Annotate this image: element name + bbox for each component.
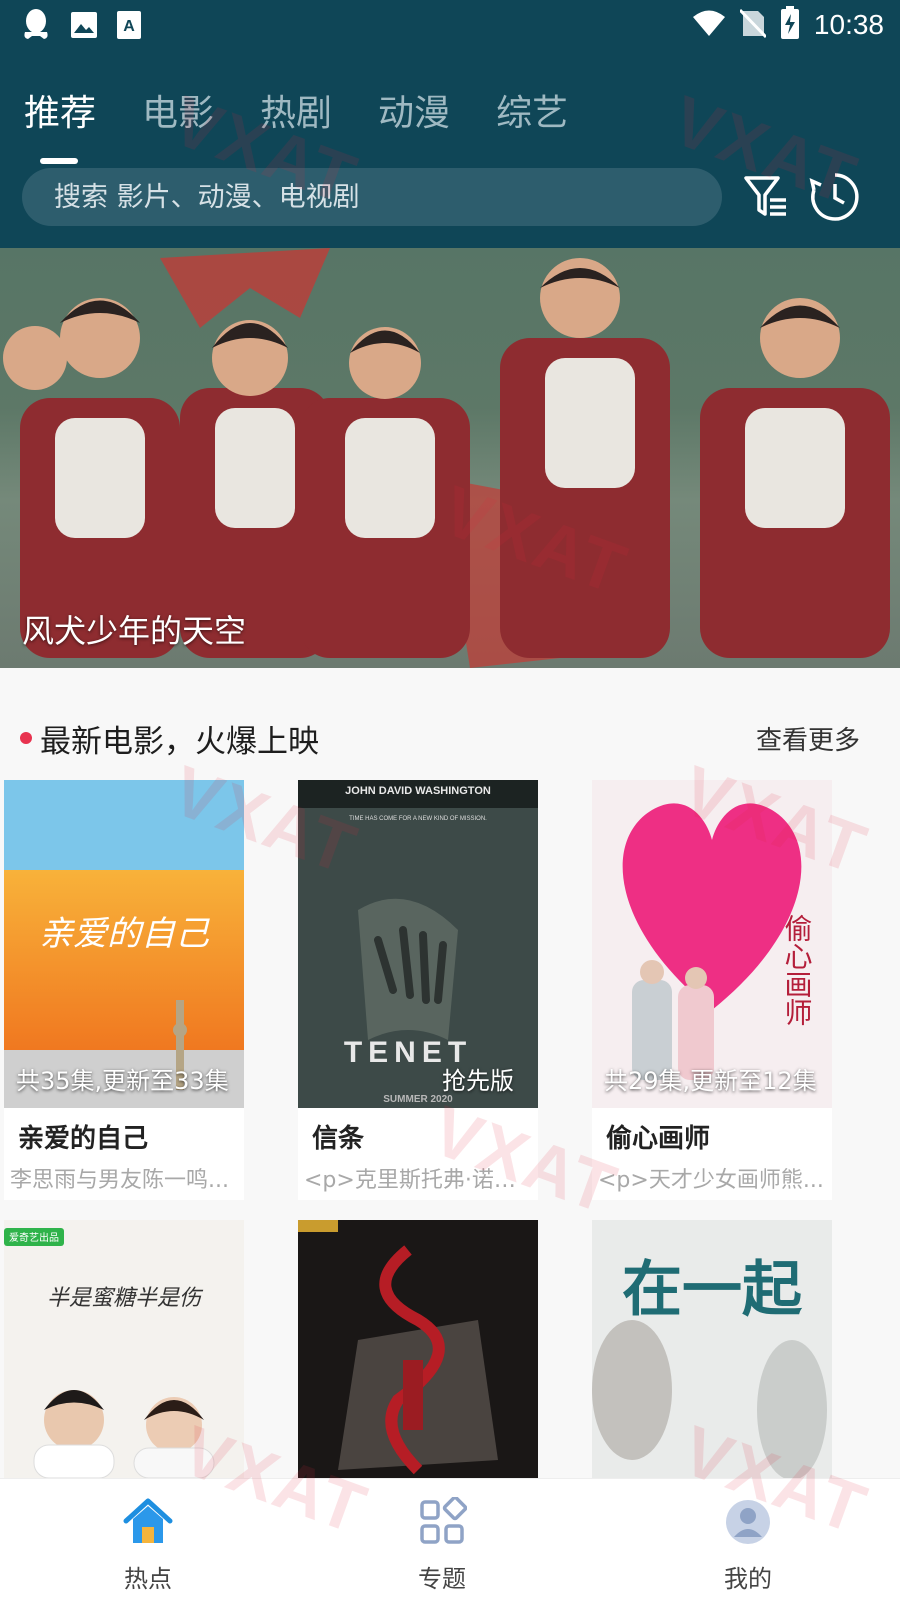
- poster-image: JOHN DAVID WASHINGTON TIME HAS COME FOR …: [298, 780, 538, 1108]
- movie-poster: 亲爱的自己 共35集,更新至33集: [4, 780, 244, 1108]
- section-dot-icon: [20, 732, 32, 744]
- poster-image: 亲爱的自己: [4, 780, 244, 1108]
- tab-variety[interactable]: 综艺: [496, 84, 568, 136]
- nav-item-mine[interactable]: 我的: [668, 1479, 828, 1601]
- qq-icon: [20, 8, 52, 46]
- movie-poster: 爱奇艺出品 半是蜜糖半是伤: [4, 1220, 244, 1478]
- movie-description: 李思雨与男友陈一鸣...: [10, 1168, 229, 1193]
- nav-item-hot[interactable]: 热点: [68, 1479, 228, 1601]
- movie-title: 偷心画师: [606, 1124, 711, 1154]
- active-tab-indicator: [40, 158, 78, 164]
- svg-text:亲爱的自己: 亲爱的自己: [39, 914, 210, 954]
- svg-text:偷心画师: 偷心画师: [781, 914, 814, 1026]
- svg-text:半是蜜糖半是伤: 半是蜜糖半是伤: [47, 1286, 204, 1311]
- nav-item-topics[interactable]: 专题: [362, 1479, 522, 1601]
- tab-recommend[interactable]: 推荐: [24, 84, 96, 164]
- grid-icon: [420, 1497, 467, 1544]
- history-button[interactable]: [808, 170, 862, 224]
- filter-icon: [744, 176, 786, 216]
- tab-drama[interactable]: 热剧: [260, 84, 332, 136]
- banner-title: 风犬少年的天空: [22, 612, 247, 650]
- movie-card[interactable]: JOHN DAVID WASHINGTON TIME HAS COME FOR …: [298, 780, 538, 1200]
- home-icon: [123, 1498, 173, 1543]
- poster-image: 偷心画师: [592, 780, 832, 1108]
- movie-poster: 偷心画师 共29集,更新至12集: [592, 780, 832, 1108]
- user-icon: [726, 1500, 770, 1544]
- filter-button[interactable]: [742, 172, 790, 222]
- movie-card[interactable]: [298, 1220, 538, 1478]
- status-bar: A 10:38: [0, 0, 900, 50]
- nav-label: 专题: [418, 1565, 466, 1593]
- font-a-icon: A: [116, 10, 142, 44]
- movie-poster: [298, 1220, 538, 1478]
- nav-label: 热点: [124, 1565, 172, 1593]
- no-sim-icon: [738, 8, 768, 42]
- movie-card[interactable]: 爱奇艺出品 半是蜜糖半是伤: [4, 1220, 244, 1478]
- wifi-icon: [692, 9, 726, 41]
- svg-text:A: A: [123, 18, 135, 35]
- movie-card[interactable]: 偷心画师 共29集,更新至12集 偷心画师 <p>天才少女画师熊...: [592, 780, 832, 1200]
- movie-card[interactable]: 亲爱的自己 共35集,更新至33集 亲爱的自己 李思雨与男友陈一鸣...: [4, 780, 244, 1200]
- image-icon: [70, 11, 98, 43]
- search-input[interactable]: [52, 180, 696, 214]
- svg-text:爱奇艺出品: 爱奇艺出品: [9, 1231, 59, 1244]
- section-title: 最新电影，火爆上映: [40, 724, 319, 760]
- tab-movie[interactable]: 电影: [142, 84, 214, 136]
- poster-image: [298, 1220, 538, 1478]
- version-badge: 抢先版: [442, 1067, 514, 1095]
- svg-text:TIME HAS COME FOR A NEW KIND O: TIME HAS COME FOR A NEW KIND OF MISSION.: [349, 816, 487, 822]
- nav-label: 我的: [724, 1565, 772, 1593]
- episode-badge: 共35集,更新至33集: [16, 1067, 229, 1095]
- poster-image: 在一起: [592, 1220, 832, 1478]
- hero-banner[interactable]: 风犬少年的天空: [0, 248, 900, 668]
- latest-movies-section: 最新电影，火爆上映 查看更多 亲爱的自己 共35集,更新至33集 亲爱的自己 李…: [0, 668, 900, 1478]
- svg-text:在一起: 在一起: [622, 1255, 803, 1325]
- tab-anime[interactable]: 动漫: [378, 84, 450, 136]
- movie-description: <p>天才少女画师熊...: [598, 1168, 824, 1193]
- battery-charging-icon: [780, 6, 800, 44]
- bottom-nav: 热点 专题 我的: [0, 1478, 900, 1601]
- category-tabs: 推荐 电影 热剧 动漫 综艺: [24, 84, 568, 164]
- poster-image: 爱奇艺出品 半是蜜糖半是伤: [4, 1220, 244, 1478]
- search-bar[interactable]: [22, 168, 722, 226]
- movie-poster: JOHN DAVID WASHINGTON TIME HAS COME FOR …: [298, 780, 538, 1108]
- movie-description: <p>克里斯托弗·诺兰...: [304, 1168, 534, 1193]
- svg-text:JOHN DAVID WASHINGTON: JOHN DAVID WASHINGTON: [345, 785, 491, 797]
- banner-image: [3, 248, 890, 668]
- status-time: 10:38: [813, 9, 884, 40]
- movie-title: 信条: [312, 1124, 365, 1154]
- clock-icon: [809, 173, 859, 221]
- view-more-link[interactable]: 查看更多: [756, 720, 860, 757]
- movie-title: 亲爱的自己: [18, 1124, 149, 1154]
- app-header: A 10:38 推荐 电影 热剧 动漫 综艺: [0, 0, 900, 248]
- episode-badge: 共29集,更新至12集: [604, 1067, 817, 1095]
- movie-poster: 在一起: [592, 1220, 832, 1478]
- movie-card[interactable]: 在一起: [592, 1220, 832, 1478]
